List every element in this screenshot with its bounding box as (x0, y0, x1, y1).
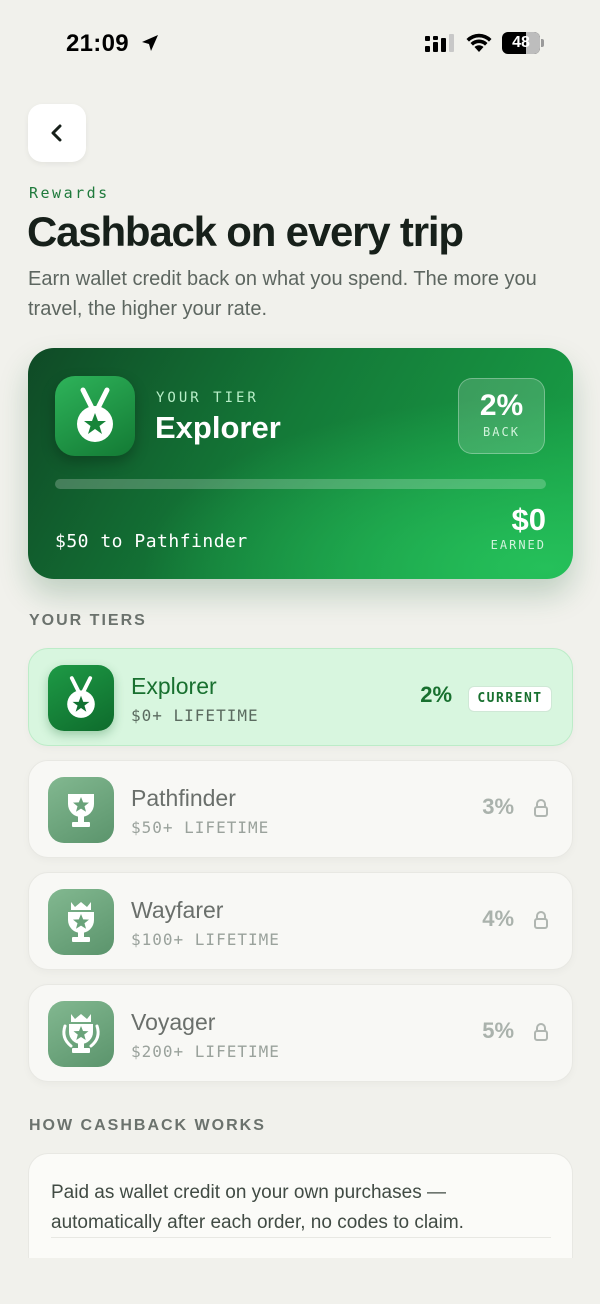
tier-badge (55, 376, 135, 456)
tier-rate: 4% (482, 906, 514, 931)
tier-rate: 3% (482, 794, 514, 819)
laurel-crown-trophy-icon (62, 1014, 100, 1053)
divider (51, 1237, 551, 1238)
how-cashback-text: Paid as wallet credit on your own purcha… (51, 1182, 464, 1233)
bottom-safe-area (0, 1258, 600, 1304)
tier-row-wayfarer[interactable]: Wayfarer $100+ LIFETIME 4% (28, 872, 573, 970)
location-arrow-icon (142, 35, 158, 51)
cashback-rate: 2% (479, 389, 524, 422)
battery-indicator: 48 (502, 32, 540, 54)
tier-icon-box (48, 777, 114, 843)
back-button[interactable] (28, 104, 86, 162)
current-tier-badge: CURRENT (468, 686, 552, 712)
tier-label: YOUR TIER (156, 390, 259, 406)
page-subtitle: Earn wallet credit back on what you spen… (28, 268, 537, 320)
tier-icon-box (48, 889, 114, 955)
tier-threshold: $0+ LIFETIME (131, 706, 259, 725)
lock-icon (534, 799, 548, 817)
next-tier-text: $50 to Pathfinder (55, 531, 248, 552)
page-eyebrow: Rewards (29, 184, 110, 202)
current-tier-card: YOUR TIER Explorer 2% BACK $50 to Pathfi… (28, 348, 573, 579)
medal-star-icon (77, 387, 113, 442)
tier-name: Explorer (155, 410, 281, 445)
trophy-star-icon (68, 794, 94, 827)
how-section-label: HOW CASHBACK WORKS (29, 1117, 266, 1134)
earned-amount: $0 (511, 502, 546, 537)
tier-threshold: $50+ LIFETIME (131, 818, 270, 837)
tier-name: Voyager (131, 1009, 216, 1035)
tier-threshold: $100+ LIFETIME (131, 930, 280, 949)
crowned-trophy-icon (68, 902, 94, 942)
cellular-signal-icon (425, 34, 454, 52)
battery-nub (541, 39, 544, 47)
wifi-icon (466, 33, 492, 52)
tier-row-voyager[interactable]: Voyager $200+ LIFETIME 5% (28, 984, 573, 1082)
battery-level: 48 (512, 34, 530, 51)
chevron-left-icon (51, 124, 62, 142)
tier-rate: 2% (420, 682, 452, 707)
tier-icon-box (48, 1001, 114, 1067)
tier-name: Explorer (131, 673, 217, 699)
status-time: 21:09 (66, 30, 129, 57)
lock-icon (534, 911, 548, 929)
page-title: Cashback on every trip (27, 208, 464, 255)
tier-progress-bar (55, 479, 546, 489)
tier-rate: 5% (482, 1018, 514, 1043)
tier-name: Pathfinder (131, 785, 236, 811)
medal-star-icon (67, 676, 95, 718)
tier-row-pathfinder[interactable]: Pathfinder $50+ LIFETIME 3% (28, 760, 573, 858)
cashback-rate-box: 2% BACK (458, 378, 545, 454)
tier-name: Wayfarer (131, 897, 224, 923)
tier-icon-box (48, 665, 114, 731)
tiers-section-label: YOUR TIERS (29, 612, 147, 629)
tier-threshold: $200+ LIFETIME (131, 1042, 280, 1061)
tier-row-explorer[interactable]: Explorer $0+ LIFETIME 2% CURRENT (28, 648, 573, 746)
earned-label: EARNED (490, 538, 546, 552)
status-bar: 21:09 48 (0, 0, 600, 90)
lock-icon (534, 1023, 548, 1041)
cashback-rate-label: BACK (483, 425, 520, 439)
